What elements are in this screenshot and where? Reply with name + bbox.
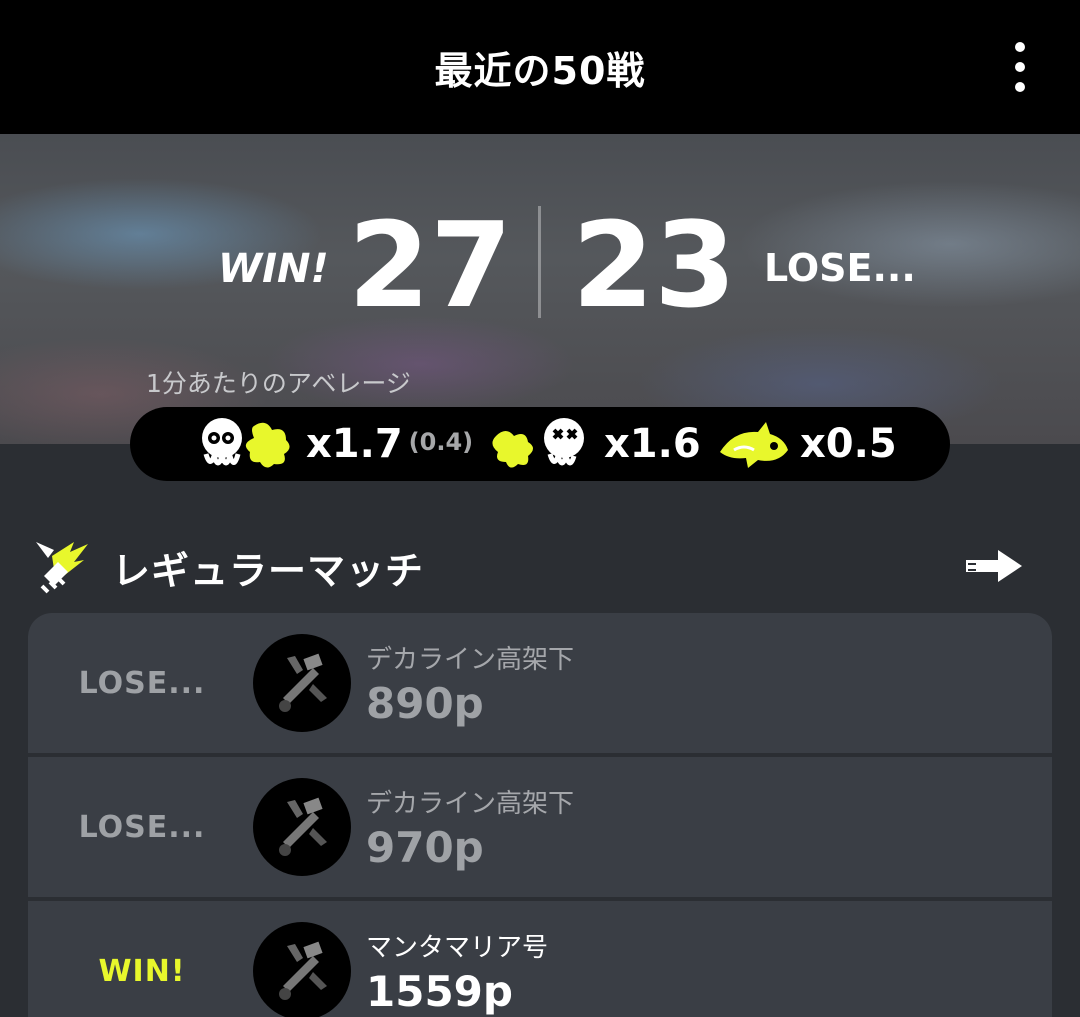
- stage-name: デカライン高架下: [366, 645, 575, 675]
- stats-bar: x1.7 (0.4) x1.6 x0.5: [130, 407, 950, 481]
- win-lose-summary: WIN! 27 23 LOSE...: [0, 196, 1080, 334]
- battle-points: 970p: [366, 823, 484, 872]
- battle-points: 1559p: [366, 967, 513, 1016]
- score-divider: [538, 206, 541, 318]
- battle-result: LOSE...: [78, 665, 206, 701]
- stat-special: x0.5: [716, 407, 897, 481]
- battle-row[interactable]: WIN! マンタマリア号 1559p: [28, 901, 1052, 1017]
- special-value: x0.5: [800, 421, 897, 467]
- win-label: WIN!: [218, 246, 329, 292]
- battle-row[interactable]: LOSE... デカライン高架下 970p: [28, 757, 1052, 897]
- special-icon: [720, 422, 788, 468]
- page-title: 最近の50戦: [434, 48, 646, 93]
- weapon-avatar: [253, 922, 351, 1017]
- death-value: x1.6: [604, 421, 701, 467]
- battle-points: 890p: [366, 679, 484, 728]
- regular-match-icon: [36, 542, 88, 594]
- more-vert-icon[interactable]: [1000, 42, 1040, 92]
- stage-name: デカライン高架下: [366, 789, 575, 819]
- lose-label: LOSE...: [764, 246, 916, 290]
- airbrush-weapon-icon: [279, 653, 327, 712]
- section-title: レギュラーマッチ: [112, 549, 425, 593]
- airbrush-weapon-icon: [279, 941, 327, 1000]
- stat-death: x1.6: [490, 407, 701, 481]
- stage-name: マンタマリア号: [366, 933, 549, 963]
- kill-assist-icon: [202, 418, 290, 468]
- airbrush-weapon-icon: [279, 797, 327, 856]
- battle-row[interactable]: LOSE... デカライン高架下 890p: [28, 613, 1052, 753]
- assist-value: (0.4): [408, 428, 474, 456]
- kill-assist-value: x1.7: [306, 421, 403, 467]
- arrow-right-icon[interactable]: [964, 546, 1024, 586]
- lose-count: 23: [572, 196, 737, 334]
- death-icon: [492, 418, 584, 468]
- battle-result: WIN!: [98, 953, 186, 989]
- weapon-avatar: [253, 778, 351, 876]
- win-count: 27: [348, 196, 513, 334]
- battle-list: LOSE... デカライン高架下 890p LOSE... デカライン高架下 9…: [28, 613, 1052, 1017]
- app-header: 最近の50戦: [0, 0, 1080, 134]
- stat-kill-assist: x1.7 (0.4): [196, 407, 473, 481]
- regular-match-section-header[interactable]: レギュラーマッチ: [30, 530, 1050, 600]
- battle-result: LOSE...: [78, 809, 206, 845]
- average-caption: 1分あたりのアベレージ: [146, 369, 411, 398]
- weapon-avatar: [253, 634, 351, 732]
